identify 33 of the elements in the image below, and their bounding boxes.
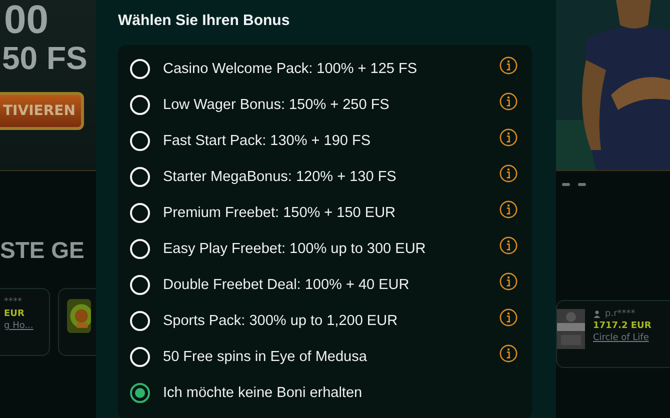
radio-button[interactable] bbox=[130, 383, 150, 403]
info-icon[interactable] bbox=[499, 92, 518, 110]
bonus-option[interactable]: 50 Free spins in Eye of Medusa bbox=[163, 349, 499, 365]
winner-user: p.r**** bbox=[605, 309, 636, 319]
bonus-option[interactable]: Fast Start Pack: 130% + 190 FS bbox=[163, 133, 499, 149]
winner-amount: EUR bbox=[4, 309, 26, 319]
info-icon[interactable] bbox=[499, 236, 518, 254]
info-icon[interactable] bbox=[499, 128, 518, 146]
info-icon[interactable] bbox=[499, 200, 518, 218]
bonus-option[interactable]: Ich möchte keine Boni erhalten bbox=[163, 385, 518, 401]
bonus-option[interactable]: Casino Welcome Pack: 100% + 125 FS bbox=[163, 61, 499, 77]
game-link[interactable]: Circle of Life bbox=[593, 333, 652, 343]
bonus-option[interactable]: Premium Freebet: 150% + 150 EUR bbox=[163, 205, 499, 221]
info-icon[interactable] bbox=[499, 56, 518, 74]
game-link[interactable]: g Ho... bbox=[4, 321, 49, 331]
hero-headline: 00 bbox=[4, 0, 50, 40]
info-icon[interactable] bbox=[499, 344, 518, 362]
bonus-option[interactable]: Easy Play Freebet: 100% up to 300 EUR bbox=[163, 241, 499, 257]
bonus-option[interactable]: Sports Pack: 300% up to 1,200 EUR bbox=[163, 313, 499, 329]
hero-subline: 50 FS bbox=[2, 42, 88, 74]
winner-card[interactable]: **** EUR g Ho... bbox=[0, 288, 50, 356]
info-icon[interactable] bbox=[499, 272, 518, 290]
winner-amount: 1717.2 EUR bbox=[593, 321, 652, 331]
user-icon bbox=[593, 310, 601, 318]
info-icon[interactable] bbox=[499, 164, 518, 182]
winner-card[interactable]: p.r**** 1717.2 EUR Circle of Life bbox=[556, 300, 670, 368]
bonus-option[interactable]: Starter MegaBonus: 120% + 130 FS bbox=[163, 169, 499, 185]
modal-title: Wählen Sie Ihren Bonus bbox=[118, 12, 291, 31]
info-icon[interactable] bbox=[499, 308, 518, 326]
section-heading: STE GE bbox=[0, 237, 86, 264]
bonus-option[interactable]: Double Freebet Deal: 100% + 40 EUR bbox=[163, 277, 499, 293]
bonus-option[interactable]: Low Wager Bonus: 150% + 250 FS bbox=[163, 97, 499, 113]
winner-user: **** bbox=[4, 297, 23, 307]
